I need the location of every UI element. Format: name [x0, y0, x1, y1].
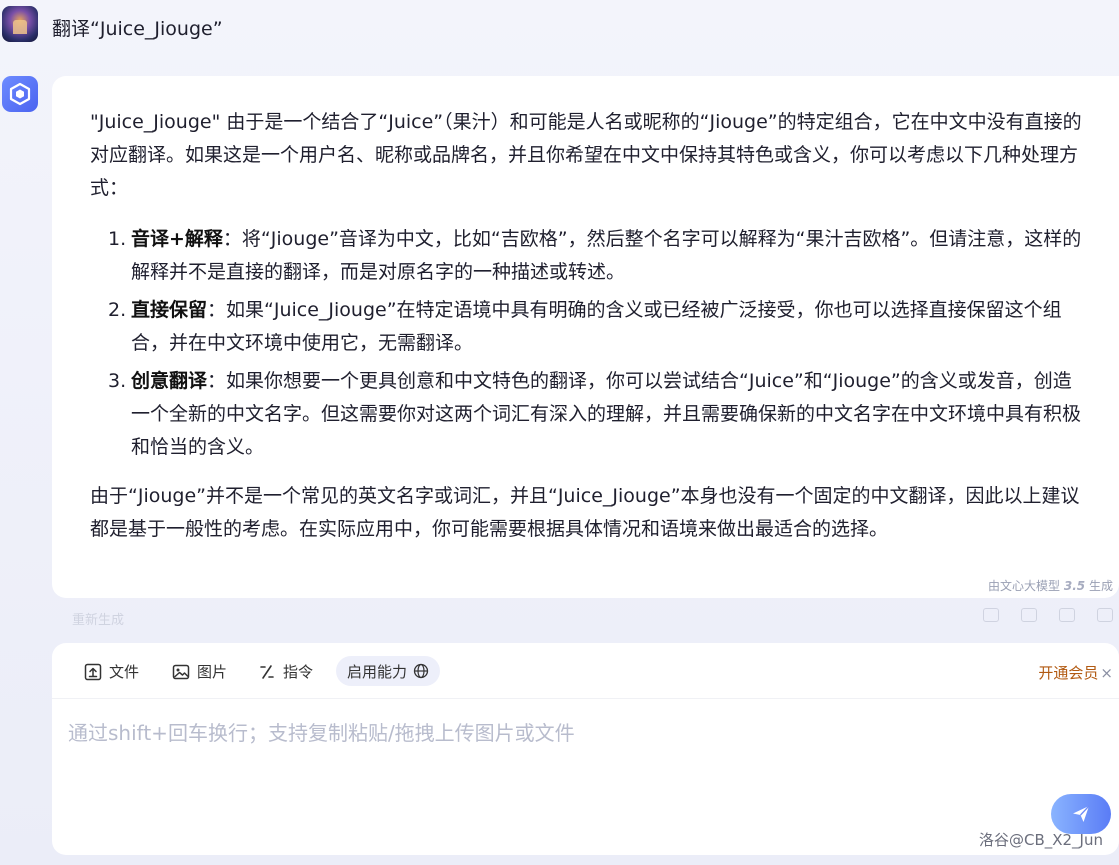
file-upload-label: 文件 — [109, 663, 140, 681]
answer-action-row: 重新生成 — [52, 606, 1119, 628]
open-membership-link[interactable]: 开通会员 × — [1038, 662, 1113, 683]
bot-logo-icon — [2, 76, 38, 112]
image-upload-label: 图片 — [197, 663, 228, 681]
input-panel: 文件 图片 指令 启用能力 开通会员 × 通过shift+回车换行；支持复制粘贴… — [52, 643, 1119, 855]
image-upload-button[interactable]: 图片 — [172, 661, 227, 682]
share-icon[interactable] — [983, 608, 999, 622]
input-toolbar: 文件 图片 指令 启用能力 开通会员 × — [52, 643, 1119, 699]
command-button[interactable]: 指令 — [258, 661, 313, 682]
answer-card: "Juice_Jiouge" 由于是一个结合了“Juice”（果汁）和可能是人名… — [52, 76, 1119, 598]
list-item-title: 创意翻译 — [131, 370, 208, 392]
list-item-number: 3. — [108, 370, 127, 392]
send-button[interactable] — [1051, 794, 1111, 834]
image-icon — [172, 664, 190, 679]
generated-by-prefix: 由文心大模型 — [988, 579, 1061, 593]
thumb-down-icon[interactable] — [1097, 608, 1113, 622]
enable-capability-button[interactable]: 启用能力 — [336, 656, 441, 686]
file-upload-button[interactable]: 文件 — [84, 661, 139, 682]
answer-list-item: 2. 直接保留：如果“Juice_Jiouge”在特定语境中具有明确的含义或已经被… — [90, 294, 1090, 360]
copy-icon[interactable] — [1021, 608, 1037, 622]
answer-action-icons — [983, 608, 1113, 622]
close-icon[interactable]: × — [1100, 664, 1113, 682]
enable-capability-label: 启用能力 — [347, 662, 408, 681]
list-item-text: ：如果你想要一个更具创意和中文特色的翻译，你可以尝试结合“Juice”和“Jio… — [131, 370, 1082, 458]
watermark-text: 洛谷@CB_X2_Jun — [978, 831, 1103, 849]
user-message-text: 翻译“Juice_Jiouge” — [52, 18, 223, 40]
chat-page: 翻译“Juice_Jiouge” "Juice_Jiouge" 由于是一个结合了… — [0, 0, 1119, 865]
membership-label: 开通会员 — [1038, 664, 1099, 682]
user-message-row: 翻译“Juice_Jiouge” — [0, 0, 1119, 48]
user-avatar[interactable] — [2, 6, 38, 42]
paper-plane-icon — [1073, 805, 1090, 822]
globe-icon — [413, 663, 429, 679]
generated-by-label: 由文心大模型 3.5 生成 — [988, 577, 1113, 594]
chat-input[interactable] — [68, 713, 1028, 753]
list-item-text: ：如果“Juice_Jiouge”在特定语境中具有明确的含义或已经被广泛接受，你… — [131, 299, 1062, 354]
list-item-title: 音译+解释 — [131, 228, 223, 250]
regenerate-button[interactable]: 重新生成 — [72, 609, 124, 628]
list-item-text: ：将“Jiouge”音译为中文，比如“吉欧格”，然后整个名字可以解释为“果汁吉欧… — [131, 228, 1082, 283]
answer-list-item: 3. 创意翻译：如果你想要一个更具创意和中文特色的翻译，你可以尝试结合“Juice… — [90, 365, 1090, 464]
generated-by-suffix: 生成 — [1088, 579, 1113, 593]
list-item-title: 直接保留 — [131, 299, 208, 321]
answer-intro: "Juice_Jiouge" 由于是一个结合了“Juice”（果汁）和可能是人名… — [90, 111, 1082, 199]
upload-file-icon — [84, 663, 102, 680]
slash-command-icon — [260, 664, 274, 679]
answer-list: 1. 音译+解释：将“Jiouge”音译为中文，比如“吉欧格”，然后整个名字可以解… — [90, 223, 1090, 464]
answer-list-item: 1. 音译+解释：将“Jiouge”音译为中文，比如“吉欧格”，然后整个名字可以解… — [90, 223, 1090, 289]
thumb-up-icon[interactable] — [1059, 608, 1075, 622]
answer-body: "Juice_Jiouge" 由于是一个结合了“Juice”（果汁）和可能是人名… — [90, 106, 1090, 546]
command-label: 指令 — [283, 663, 314, 681]
answer-closing: 由于“Jiouge”并不是一个常见的英文名字或词汇，并且“Juice_Jioug… — [90, 485, 1080, 540]
list-item-number: 1. — [108, 228, 127, 250]
model-version: 3.5 — [1063, 579, 1086, 593]
list-item-number: 2. — [108, 299, 127, 321]
